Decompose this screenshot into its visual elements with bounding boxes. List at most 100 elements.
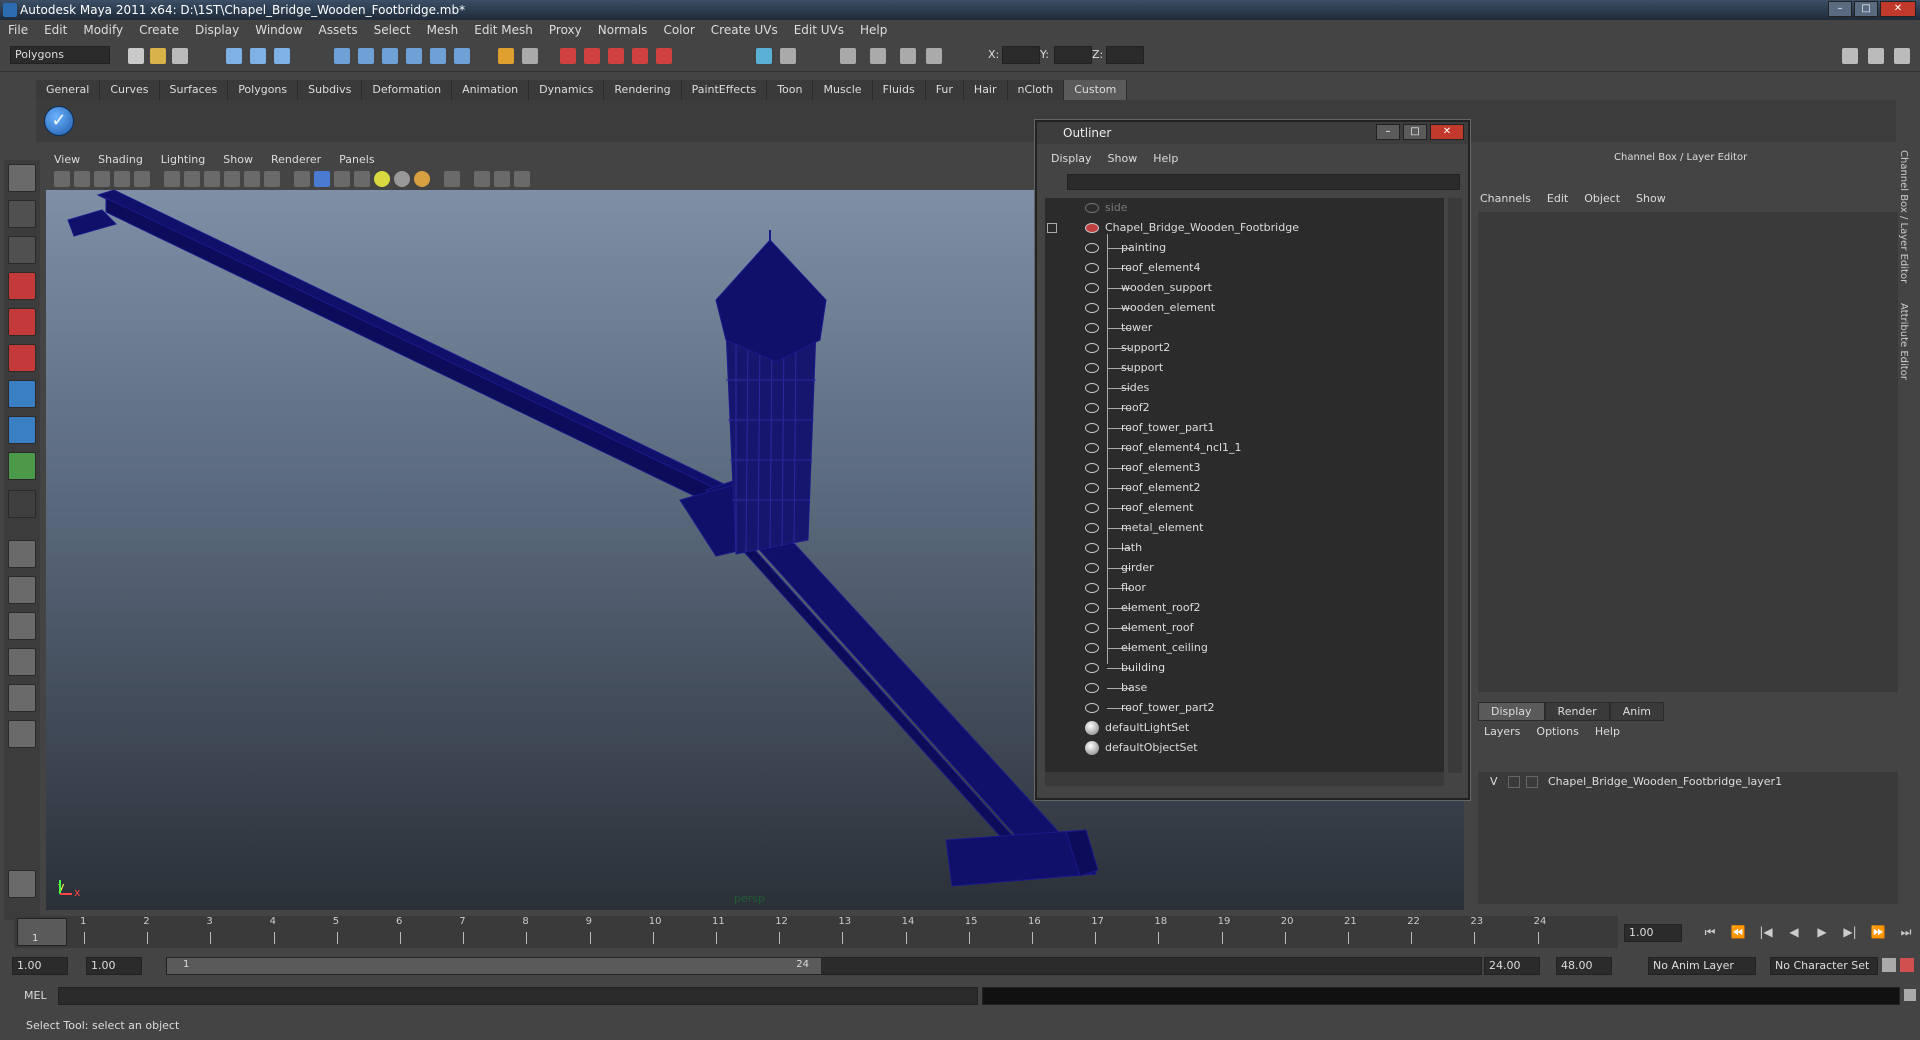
outliner-item[interactable]: defaultObjectSet: [1045, 738, 1444, 758]
outliner-item[interactable]: roof_element2: [1045, 478, 1444, 498]
xray-icon[interactable]: [474, 171, 490, 187]
resolution-gate-icon[interactable]: [204, 171, 220, 187]
viewport-menu-shading[interactable]: Shading: [98, 153, 143, 166]
rotate-tool-icon[interactable]: [8, 308, 36, 336]
snap-view-icon[interactable]: [406, 48, 422, 64]
lighting-icon[interactable]: [374, 171, 390, 187]
outliner-item[interactable]: girder: [1045, 558, 1444, 578]
outliner-item[interactable]: roof_tower_part1: [1045, 418, 1444, 438]
play-backwards-icon[interactable]: ◀: [1784, 925, 1804, 941]
outliner-item[interactable]: painting: [1045, 238, 1444, 258]
select-object-icon[interactable]: [250, 48, 266, 64]
outliner-minimize-button[interactable]: –: [1376, 124, 1400, 140]
shelf-tab-custom[interactable]: Custom: [1064, 80, 1128, 100]
outliner-item[interactable]: defaultLightSet: [1045, 718, 1444, 738]
ipr-render-icon[interactable]: [584, 48, 600, 64]
channel-box-area[interactable]: [1478, 212, 1898, 692]
field-chart-icon[interactable]: [244, 171, 260, 187]
channel-menu-edit[interactable]: Edit: [1547, 192, 1568, 205]
x-field[interactable]: [1002, 46, 1040, 64]
move-tool-icon[interactable]: [8, 272, 36, 300]
checkmark-icon[interactable]: ✓: [44, 106, 74, 136]
selection-mask-icon[interactable]: [870, 48, 886, 64]
outliner-item[interactable]: element_ceiling: [1045, 638, 1444, 658]
outliner-menu-display[interactable]: Display: [1051, 152, 1092, 165]
outliner-item[interactable]: wooden_element: [1045, 298, 1444, 318]
shelf-tab-curves[interactable]: Curves: [100, 80, 160, 100]
layer-type-toggle[interactable]: [1508, 776, 1520, 788]
outliner-list[interactable]: side Chapel_Bridge_Wooden_Footbridge paint…: [1045, 198, 1444, 773]
shelf-tab-deformation[interactable]: Deformation: [362, 80, 453, 100]
high-quality-icon[interactable]: [414, 171, 430, 187]
outliner-item[interactable]: support: [1045, 358, 1444, 378]
open-scene-icon[interactable]: [150, 48, 166, 64]
range-slider-handle[interactable]: 1 24: [167, 958, 821, 974]
outliner-menu-show[interactable]: Show: [1108, 152, 1138, 165]
shelf-tab-fluids[interactable]: Fluids: [872, 80, 926, 100]
layer-tab-display[interactable]: Display: [1478, 702, 1545, 721]
soft-mod-tool-icon[interactable]: [8, 416, 36, 444]
render-icon[interactable]: [560, 48, 576, 64]
channel-menu-channels[interactable]: Channels: [1480, 192, 1531, 205]
close-button[interactable]: ✕: [1880, 1, 1916, 17]
grid-icon[interactable]: [164, 171, 180, 187]
graph-editor-layout-icon[interactable]: [8, 648, 36, 676]
end-time-field[interactable]: 48.00: [1556, 957, 1612, 975]
outliner-maximize-button[interactable]: □: [1403, 124, 1427, 140]
shelf-tab-general[interactable]: General: [36, 80, 101, 100]
anim-layer-dropdown[interactable]: No Anim Layer: [1648, 957, 1756, 975]
outliner-item[interactable]: floor: [1045, 578, 1444, 598]
xray-joints-icon[interactable]: [494, 171, 510, 187]
outliner-item[interactable]: sides: [1045, 378, 1444, 398]
construction-history-icon[interactable]: [522, 48, 538, 64]
relative-transform-icon[interactable]: [926, 48, 942, 64]
wireframe-icon[interactable]: [294, 171, 310, 187]
render-settings-icon[interactable]: [608, 48, 624, 64]
shelf-tab-animation[interactable]: Animation: [452, 80, 530, 100]
z-field[interactable]: [1106, 46, 1144, 64]
shelf-tab-muscle[interactable]: Muscle: [813, 80, 873, 100]
outliner-item[interactable]: lath: [1045, 538, 1444, 558]
channel-menu-object[interactable]: Object: [1584, 192, 1620, 205]
menu-mesh[interactable]: Mesh: [427, 23, 459, 37]
menu-color[interactable]: Color: [663, 23, 694, 37]
hand-icon[interactable]: [8, 870, 36, 898]
textured-icon[interactable]: [354, 171, 370, 187]
layer-color-swatch[interactable]: [1526, 776, 1538, 788]
outliner-item[interactable]: element_roof2: [1045, 598, 1444, 618]
shelf-tab-ncloth[interactable]: nCloth: [1007, 80, 1065, 100]
playback-end-field[interactable]: 24.00: [1484, 957, 1540, 975]
two-d-pan-zoom-icon[interactable]: [134, 171, 150, 187]
outliner-item[interactable]: roof_element4_ncl1_1: [1045, 438, 1444, 458]
lasso-tool-icon[interactable]: [8, 200, 36, 228]
menu-create[interactable]: Create: [139, 23, 179, 37]
xray-components-icon[interactable]: [514, 171, 530, 187]
viewport-menu-show[interactable]: Show: [223, 153, 253, 166]
save-scene-icon[interactable]: [172, 48, 188, 64]
layer-menu-layers[interactable]: Layers: [1484, 725, 1520, 738]
outliner-layout-icon[interactable]: [8, 612, 36, 640]
character-set-dropdown[interactable]: No Character Set: [1770, 957, 1878, 975]
outliner-item[interactable]: roof_element3: [1045, 458, 1444, 478]
viewport-menu-panels[interactable]: Panels: [339, 153, 374, 166]
shelf-tab-painteffects[interactable]: PaintEffects: [681, 80, 768, 100]
tool-settings-toggle-icon[interactable]: [1868, 48, 1884, 64]
channel-menu-show[interactable]: Show: [1636, 192, 1666, 205]
display-layer-row[interactable]: V Chapel_Bridge_Wooden_Footbridge_layer1: [1478, 772, 1898, 792]
outliner-item[interactable]: roof_element4: [1045, 258, 1444, 278]
outliner-item[interactable]: Chapel_Bridge_Wooden_Footbridge: [1045, 218, 1444, 238]
snap-live-icon[interactable]: [454, 48, 470, 64]
snap-grid-icon[interactable]: [334, 48, 350, 64]
side-tab[interactable]: Attribute Editor: [1898, 303, 1909, 380]
menu-edit-mesh[interactable]: Edit Mesh: [474, 23, 533, 37]
shelf-tab-hair[interactable]: Hair: [963, 80, 1008, 100]
outliner-item[interactable]: element_roof: [1045, 618, 1444, 638]
menu-edit[interactable]: Edit: [44, 23, 67, 37]
snap-point-icon[interactable]: [382, 48, 398, 64]
step-back-key-icon[interactable]: ⏪: [1728, 925, 1748, 941]
start-time-field[interactable]: 1.00: [12, 957, 68, 975]
outliner-close-button[interactable]: ✕: [1430, 124, 1464, 140]
auto-key-icon[interactable]: [1900, 958, 1914, 972]
play-forwards-icon[interactable]: ▶: [1812, 925, 1832, 941]
wireframe-on-shaded-icon[interactable]: [334, 171, 350, 187]
